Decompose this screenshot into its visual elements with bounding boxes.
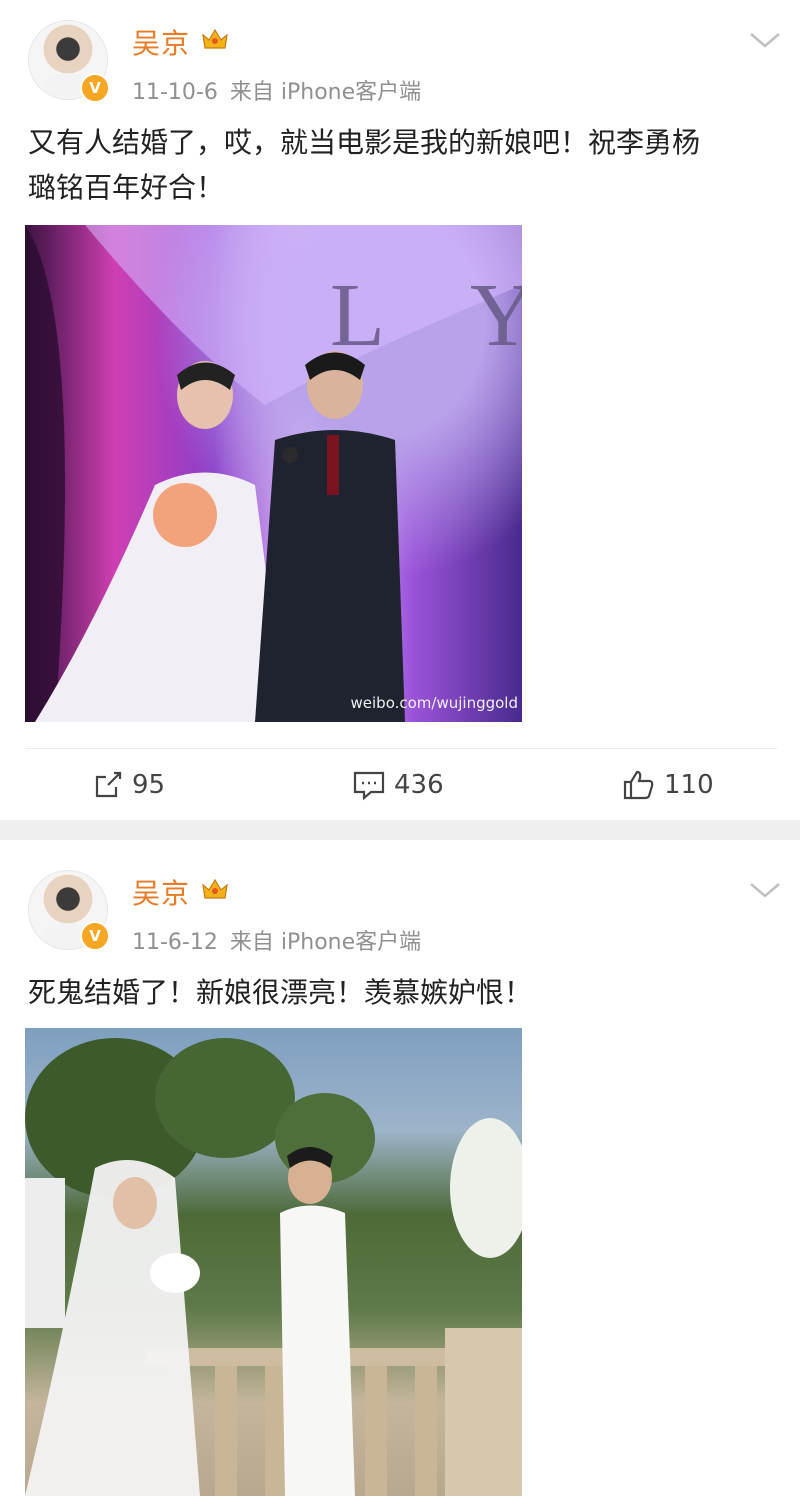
- svg-text:Y: Y: [470, 266, 522, 365]
- post-source: 来自 iPhone客户端: [229, 930, 422, 955]
- username[interactable]: 吴京: [132, 22, 190, 62]
- svg-text:L: L: [330, 266, 385, 365]
- like-count: 110: [664, 770, 714, 800]
- post-meta: 11-10-6 来自 iPhone客户端: [132, 74, 421, 106]
- chevron-down-icon[interactable]: [748, 880, 782, 900]
- chevron-down-icon[interactable]: [748, 30, 782, 50]
- like-button[interactable]: 110: [622, 765, 714, 805]
- username[interactable]: 吴京: [132, 872, 190, 912]
- post-text: 又有人结婚了，哎，就当电影是我的新娘吧！祝李勇杨 璐铭百年好合！: [28, 120, 768, 210]
- post-time: 11-6-12: [132, 930, 218, 955]
- post-text-line: 死鬼结婚了！新娘很漂亮！羡慕嫉妒恨！: [28, 976, 533, 1009]
- verified-badge-icon: V: [80, 73, 110, 103]
- post-text-line: 又有人结婚了，哎，就当电影是我的新娘吧！祝李勇杨: [28, 126, 701, 159]
- crown-icon: [202, 28, 228, 49]
- post-text: 死鬼结婚了！新娘很漂亮！羡慕嫉妒恨！: [28, 970, 768, 1015]
- comment-icon: [353, 771, 385, 801]
- photo-watermark: weibo.com/wujinggold: [350, 694, 518, 712]
- weibo-post-1: V 吴京 11-10-6 来自 iPhone客户端 又有人结婚了，哎，就当电影是我…: [0, 0, 800, 820]
- post-meta: 11-6-12 来自 iPhone客户端: [132, 924, 421, 956]
- feed-separator: [0, 820, 800, 840]
- comment-count: 436: [394, 770, 444, 800]
- post-photo[interactable]: [25, 1028, 522, 1496]
- like-icon: [623, 770, 654, 800]
- post-photo[interactable]: L Y weibo.com/wujinggold: [25, 225, 522, 722]
- post-text-line: 璐铭百年好合！: [28, 171, 225, 204]
- crown-icon: [202, 878, 228, 899]
- divider: [25, 748, 777, 749]
- outdoor-wedding-photo: [25, 1038, 522, 1496]
- wedding-stage-photo: L Y: [25, 225, 522, 722]
- comment-button[interactable]: 436: [352, 765, 444, 805]
- post-source: 来自 iPhone客户端: [229, 80, 422, 105]
- repost-icon: [95, 771, 122, 798]
- repost-button[interactable]: 95: [92, 765, 165, 805]
- repost-count: 95: [132, 770, 166, 800]
- verified-badge-icon: V: [80, 921, 110, 951]
- post-time: 11-10-6: [132, 80, 218, 105]
